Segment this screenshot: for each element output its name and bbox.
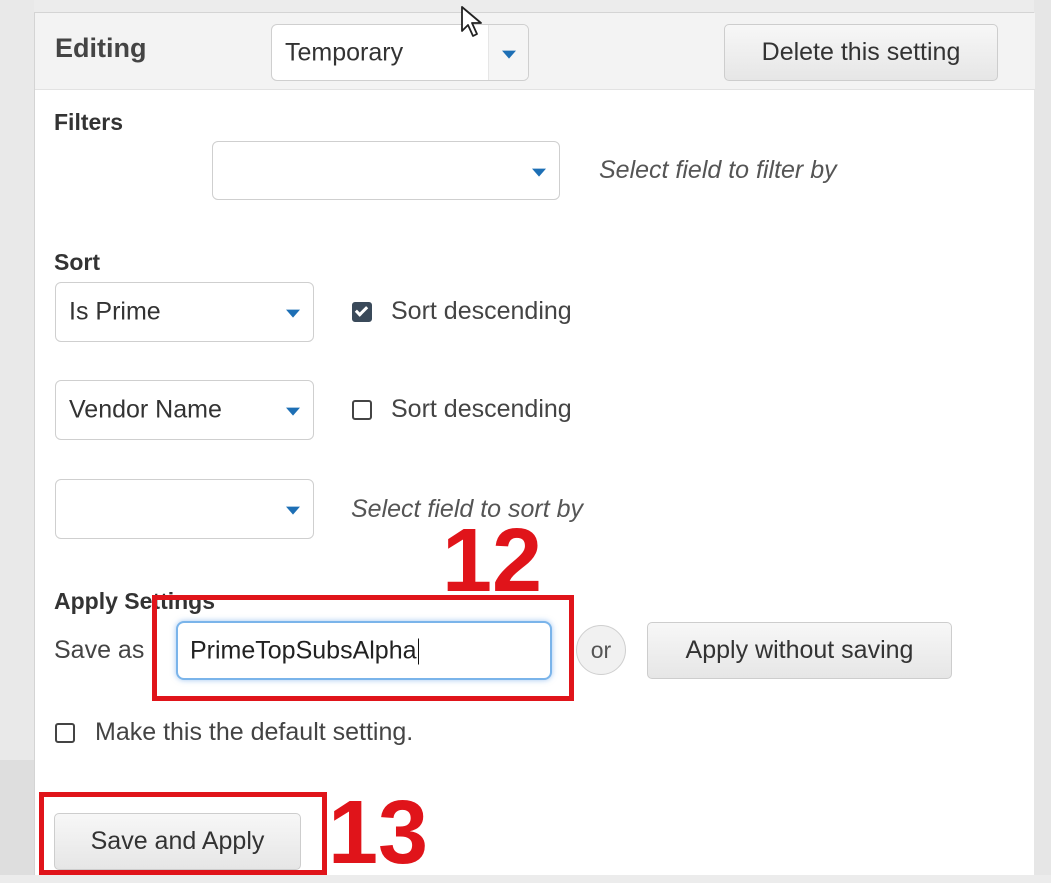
sort-label: Sort bbox=[54, 249, 100, 275]
sort-descending-checkbox-1[interactable] bbox=[352, 302, 372, 322]
background-right-strip bbox=[1034, 0, 1051, 875]
default-setting-checkbox[interactable] bbox=[55, 723, 75, 743]
filter-hint: Select field to filter by bbox=[599, 156, 837, 184]
setting-select[interactable]: Temporary bbox=[271, 24, 529, 81]
sort-field-value-1: Is Prime bbox=[69, 297, 161, 326]
setting-select-value: Temporary bbox=[285, 38, 404, 66]
delete-setting-button[interactable]: Delete this setting bbox=[724, 24, 998, 81]
apply-without-saving-button[interactable]: Apply without saving bbox=[647, 622, 952, 679]
chevron-down-icon bbox=[286, 309, 300, 318]
chevron-down-icon bbox=[532, 168, 546, 177]
step-number-12: 12 bbox=[442, 511, 543, 611]
save-as-label: Save as bbox=[54, 636, 145, 664]
chevron-down-icon bbox=[286, 506, 300, 515]
sort-descending-checkbox-2[interactable] bbox=[352, 400, 372, 420]
chevron-down-icon bbox=[501, 50, 516, 59]
or-separator: or bbox=[576, 625, 626, 675]
sort-field-select-3[interactable] bbox=[55, 479, 314, 539]
checkmark-icon bbox=[354, 303, 369, 317]
settings-panel: Editing Temporary Delete this setting Fi… bbox=[34, 12, 1035, 875]
chevron-down-icon bbox=[286, 407, 300, 416]
background-bottom-left bbox=[0, 760, 34, 875]
filter-field-select[interactable] bbox=[212, 141, 560, 200]
sort-field-arrow-box-3[interactable] bbox=[273, 480, 313, 538]
sort-field-arrow-box-1[interactable] bbox=[273, 283, 313, 341]
filters-label: Filters bbox=[54, 109, 124, 135]
editing-label: Editing bbox=[55, 33, 147, 63]
mouse-cursor-icon bbox=[461, 6, 482, 37]
highlight-box-step-13 bbox=[39, 792, 327, 875]
setting-select-arrow-box[interactable] bbox=[488, 25, 528, 80]
filter-field-arrow-box[interactable] bbox=[519, 142, 559, 199]
panel-header: Editing Temporary Delete this setting bbox=[35, 13, 1035, 90]
sort-field-select-2[interactable]: Vendor Name bbox=[55, 380, 314, 440]
step-number-13: 13 bbox=[328, 783, 429, 883]
sort-descending-label-1: Sort descending bbox=[391, 297, 572, 325]
sort-field-select-1[interactable]: Is Prime bbox=[55, 282, 314, 342]
sort-field-value-2: Vendor Name bbox=[69, 395, 222, 424]
default-setting-label: Make this the default setting. bbox=[95, 718, 414, 746]
sort-field-arrow-box-2[interactable] bbox=[273, 381, 313, 439]
sort-descending-label-2: Sort descending bbox=[391, 395, 572, 423]
background-left-strip bbox=[0, 0, 34, 875]
